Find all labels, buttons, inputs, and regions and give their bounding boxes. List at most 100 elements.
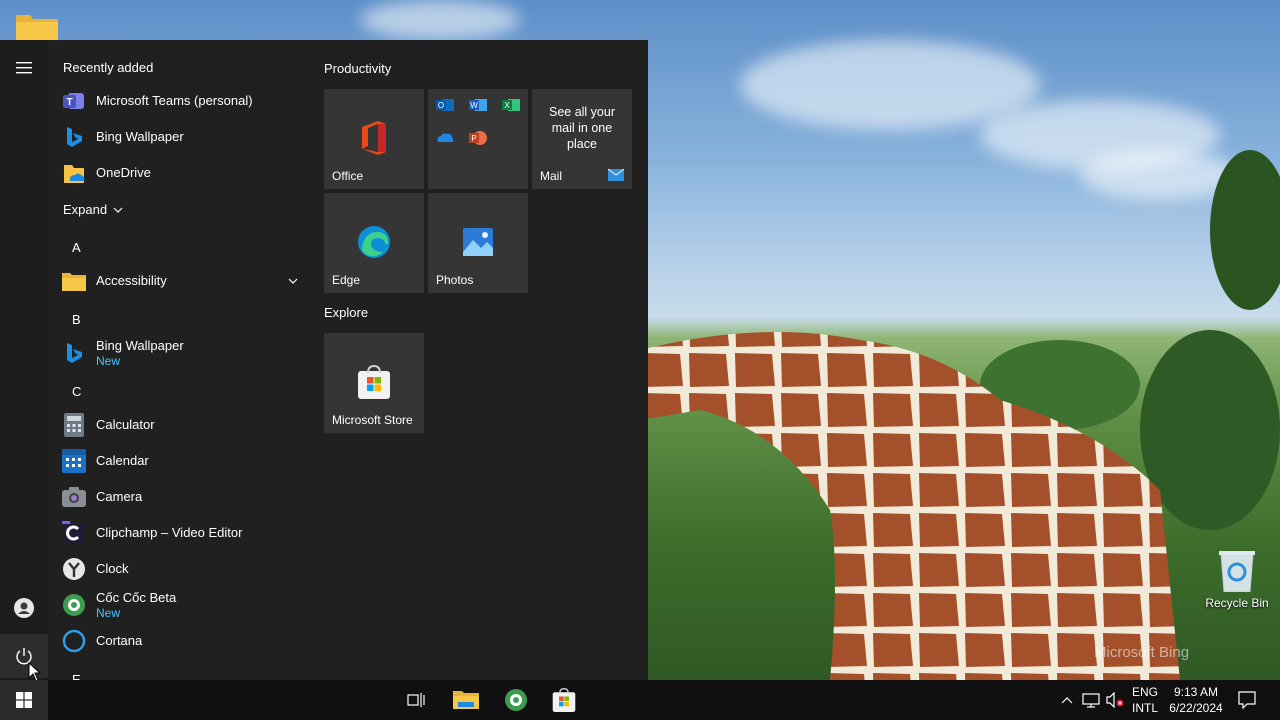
- app-name: OneDrive: [96, 165, 151, 180]
- app-name: Cortana: [96, 633, 143, 648]
- word-icon: W: [469, 99, 487, 111]
- hamburger-icon: [16, 62, 32, 74]
- svg-text:T: T: [66, 97, 72, 108]
- chevron-up-icon: [1061, 697, 1073, 704]
- app-bing-wallpaper-recent[interactable]: Bing Wallpaper: [62, 119, 312, 155]
- app-calendar[interactable]: Calendar: [62, 443, 312, 479]
- edge-icon: [358, 226, 390, 258]
- taskbar: ENG INTL 9:13 AM 6/22/2024: [0, 680, 1280, 720]
- volume-button[interactable]: [1104, 680, 1126, 720]
- start-rail: [0, 40, 48, 680]
- desktop-folder-icon[interactable]: [16, 12, 58, 42]
- app-coccoc-beta[interactable]: Cốc Cốc Beta New: [62, 587, 312, 623]
- coccoc-icon: [505, 689, 527, 711]
- mail-promo-text: See all your mail in one place: [548, 105, 615, 151]
- tile-label: Photos: [436, 273, 474, 287]
- tile-office-apps-folder[interactable]: O W X P: [428, 89, 528, 189]
- expand-button[interactable]: Expand: [63, 202, 123, 217]
- tile-label: Edge: [332, 273, 361, 287]
- chevron-down-icon: [288, 278, 298, 284]
- letter-header-c[interactable]: C: [72, 384, 81, 399]
- task-view-icon: [407, 693, 425, 707]
- camera-icon: [62, 485, 86, 509]
- clock-date: 6/22/2024: [1169, 701, 1223, 715]
- task-view-button[interactable]: [396, 680, 436, 720]
- calendar-icon: [62, 449, 86, 473]
- calculator-icon: [62, 413, 86, 437]
- user-account-button[interactable]: [0, 588, 48, 628]
- tile-office[interactable]: Office: [324, 89, 424, 189]
- network-button[interactable]: [1080, 680, 1102, 720]
- app-bing-wallpaper[interactable]: Bing Wallpaper New: [62, 335, 312, 371]
- language-code: ENG: [1131, 685, 1158, 699]
- app-name: Microsoft Teams (personal): [96, 93, 253, 108]
- tile-photos[interactable]: Photos: [428, 193, 528, 293]
- app-name: Cốc Cốc Beta: [96, 590, 177, 605]
- recently-added-header: Recently added: [63, 60, 154, 75]
- show-hidden-icons-button[interactable]: [1056, 680, 1078, 720]
- app-clipchamp[interactable]: Clipchamp – Video Editor: [62, 515, 312, 551]
- clock-icon: [62, 557, 86, 581]
- store-icon: [552, 688, 576, 712]
- recycle-bin-label: Recycle Bin: [1205, 596, 1269, 610]
- mouse-cursor-icon: [28, 662, 42, 680]
- taskbar-file-explorer[interactable]: [446, 680, 486, 720]
- app-name: Calculator: [96, 417, 155, 432]
- svg-text:O: O: [438, 101, 444, 110]
- onedrive-cloud-icon: [437, 133, 454, 142]
- excel-icon: X: [502, 99, 520, 111]
- tile-label: Mail: [540, 169, 563, 183]
- app-accessibility-folder[interactable]: Accessibility: [62, 263, 312, 299]
- file-explorer-icon: [453, 691, 479, 709]
- mail-icon: [608, 169, 624, 181]
- recycle-bin-icon: [1219, 548, 1255, 593]
- powerpoint-icon: P: [469, 131, 487, 145]
- group-explore[interactable]: Explore: [324, 305, 368, 320]
- start-menu: Recently added T Microsoft Teams (person…: [0, 40, 648, 680]
- giraffe-image: [640, 332, 1180, 680]
- app-clock[interactable]: Clock: [62, 551, 312, 587]
- app-calculator[interactable]: Calculator: [62, 407, 312, 443]
- app-onedrive[interactable]: OneDrive: [62, 155, 312, 191]
- tile-edge[interactable]: Edge: [324, 193, 424, 293]
- clipchamp-icon: [62, 521, 86, 545]
- taskbar-coccoc[interactable]: [496, 680, 536, 720]
- start-button[interactable]: [0, 680, 48, 720]
- tiles-area: Productivity Office O W X P See all your…: [324, 40, 648, 680]
- tile-label: Office: [332, 169, 364, 183]
- tile-mail[interactable]: See all your mail in one place Mail: [532, 89, 632, 189]
- onedrive-icon: [62, 161, 86, 185]
- user-icon: [14, 598, 34, 618]
- letter-header-b[interactable]: B: [72, 312, 81, 327]
- letter-header-a[interactable]: A: [72, 240, 81, 255]
- recycle-bin[interactable]: Recycle Bin: [1204, 548, 1270, 610]
- app-name: Bing Wallpaper: [96, 338, 184, 353]
- teams-icon: T: [62, 89, 86, 113]
- app-name: Calendar: [96, 453, 149, 468]
- expand-label: Expand: [63, 202, 108, 217]
- store-icon: [358, 365, 390, 399]
- app-teams[interactable]: T Microsoft Teams (personal): [62, 83, 312, 119]
- app-list: Recently added T Microsoft Teams (person…: [48, 40, 312, 680]
- group-productivity[interactable]: Productivity: [324, 61, 391, 76]
- clock-button[interactable]: 9:13 AM 6/22/2024: [1164, 680, 1228, 720]
- svg-text:X: X: [504, 101, 510, 110]
- letter-header-e[interactable]: E: [72, 672, 81, 680]
- keyboard-layout: INTL: [1131, 701, 1158, 715]
- new-badge: New: [96, 354, 121, 368]
- taskbar-microsoft-store[interactable]: [544, 680, 584, 720]
- app-camera[interactable]: Camera: [62, 479, 312, 515]
- action-center-button[interactable]: [1232, 680, 1262, 720]
- svg-text:P: P: [471, 134, 476, 143]
- app-cortana[interactable]: Cortana: [62, 623, 312, 659]
- input-language-button[interactable]: ENG INTL: [1128, 680, 1162, 720]
- hamburger-menu-button[interactable]: [0, 48, 48, 88]
- tile-microsoft-store[interactable]: Microsoft Store: [324, 333, 424, 433]
- office-icon: [362, 121, 386, 155]
- svg-text:W: W: [470, 101, 478, 110]
- new-badge: New: [96, 606, 121, 620]
- app-name: Clock: [96, 561, 129, 576]
- coccoc-icon: [62, 593, 86, 617]
- network-icon: [1082, 693, 1100, 708]
- app-name: Bing Wallpaper: [96, 129, 184, 144]
